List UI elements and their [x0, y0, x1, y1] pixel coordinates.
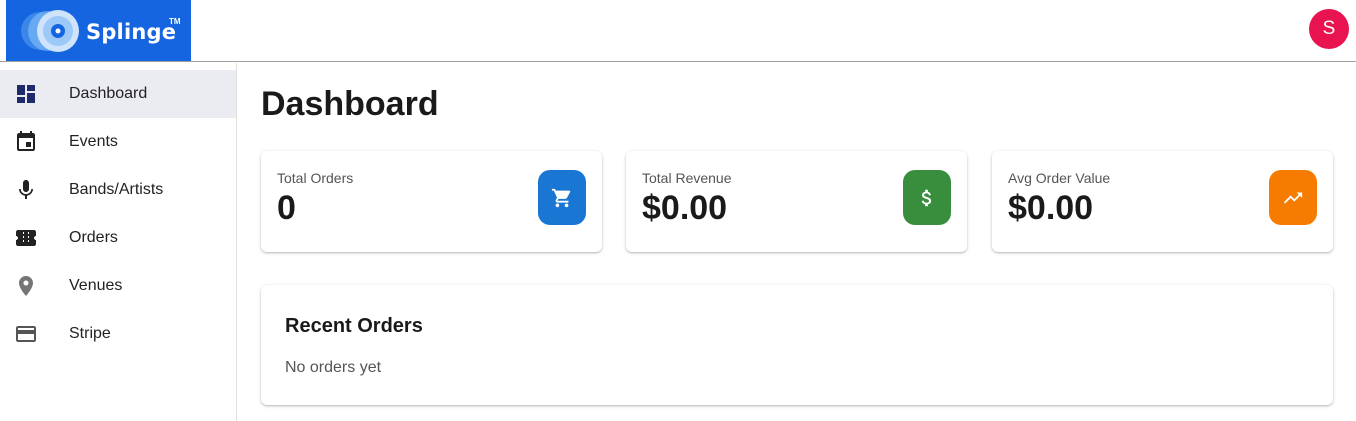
sidebar-nav: Dashboard Events Bands/Artists Orders Ve…	[0, 63, 237, 421]
trending-up-icon	[1269, 170, 1317, 225]
sidebar-item-label: Orders	[69, 229, 118, 246]
dollar-icon	[903, 170, 951, 225]
dashboard-icon	[17, 85, 35, 103]
vinyl-disc-icon	[21, 10, 79, 52]
sidebar-item-label: Bands/Artists	[69, 181, 164, 198]
sidebar-item-venues[interactable]: Venues	[0, 262, 236, 310]
stat-value: $0.00	[1008, 189, 1094, 227]
user-avatar[interactable]: S	[1309, 9, 1349, 49]
ticket-icon	[16, 230, 36, 246]
recent-orders-panel: Recent Orders No orders yet	[261, 285, 1333, 405]
sidebar-item-label: Venues	[69, 277, 123, 294]
stat-label: Avg Order Value	[1008, 170, 1111, 186]
page-title: Dashboard	[261, 85, 439, 123]
location-pin-icon	[19, 276, 33, 296]
shopping-cart-icon	[538, 170, 586, 225]
trademark-mark: TM	[169, 17, 181, 26]
stat-card-total-orders: Total Orders 0	[261, 151, 602, 252]
sidebar-item-stripe[interactable]: Stripe	[0, 310, 236, 358]
sidebar-item-bands-artists[interactable]: Bands/Artists	[0, 166, 236, 214]
main-content: Dashboard Total Orders 0 Total Revenue $…	[237, 63, 1356, 421]
sidebar-item-orders[interactable]: Orders	[0, 214, 236, 262]
stat-value: 0	[277, 189, 296, 227]
stat-card-avg-order-value: Avg Order Value $0.00	[992, 151, 1333, 252]
stat-card-total-revenue: Total Revenue $0.00	[626, 151, 967, 252]
stat-label: Total Revenue	[642, 170, 732, 186]
brand-logo[interactable]: Splinge TM	[6, 0, 191, 61]
sidebar-item-dashboard[interactable]: Dashboard	[0, 70, 236, 118]
microphone-icon	[19, 180, 33, 199]
brand-name: Splinge	[86, 20, 177, 44]
stat-label: Total Orders	[277, 170, 354, 186]
top-app-bar: Splinge TM S	[0, 0, 1356, 62]
recent-orders-title: Recent Orders	[285, 315, 423, 337]
sidebar-item-label: Dashboard	[69, 85, 148, 102]
sidebar-item-events[interactable]: Events	[0, 118, 236, 166]
credit-card-icon	[16, 326, 36, 342]
sidebar-item-label: Events	[69, 133, 118, 150]
sidebar-item-label: Stripe	[69, 325, 111, 342]
stat-value: $0.00	[642, 189, 728, 227]
calendar-icon	[17, 131, 35, 151]
empty-state-text: No orders yet	[285, 359, 382, 376]
